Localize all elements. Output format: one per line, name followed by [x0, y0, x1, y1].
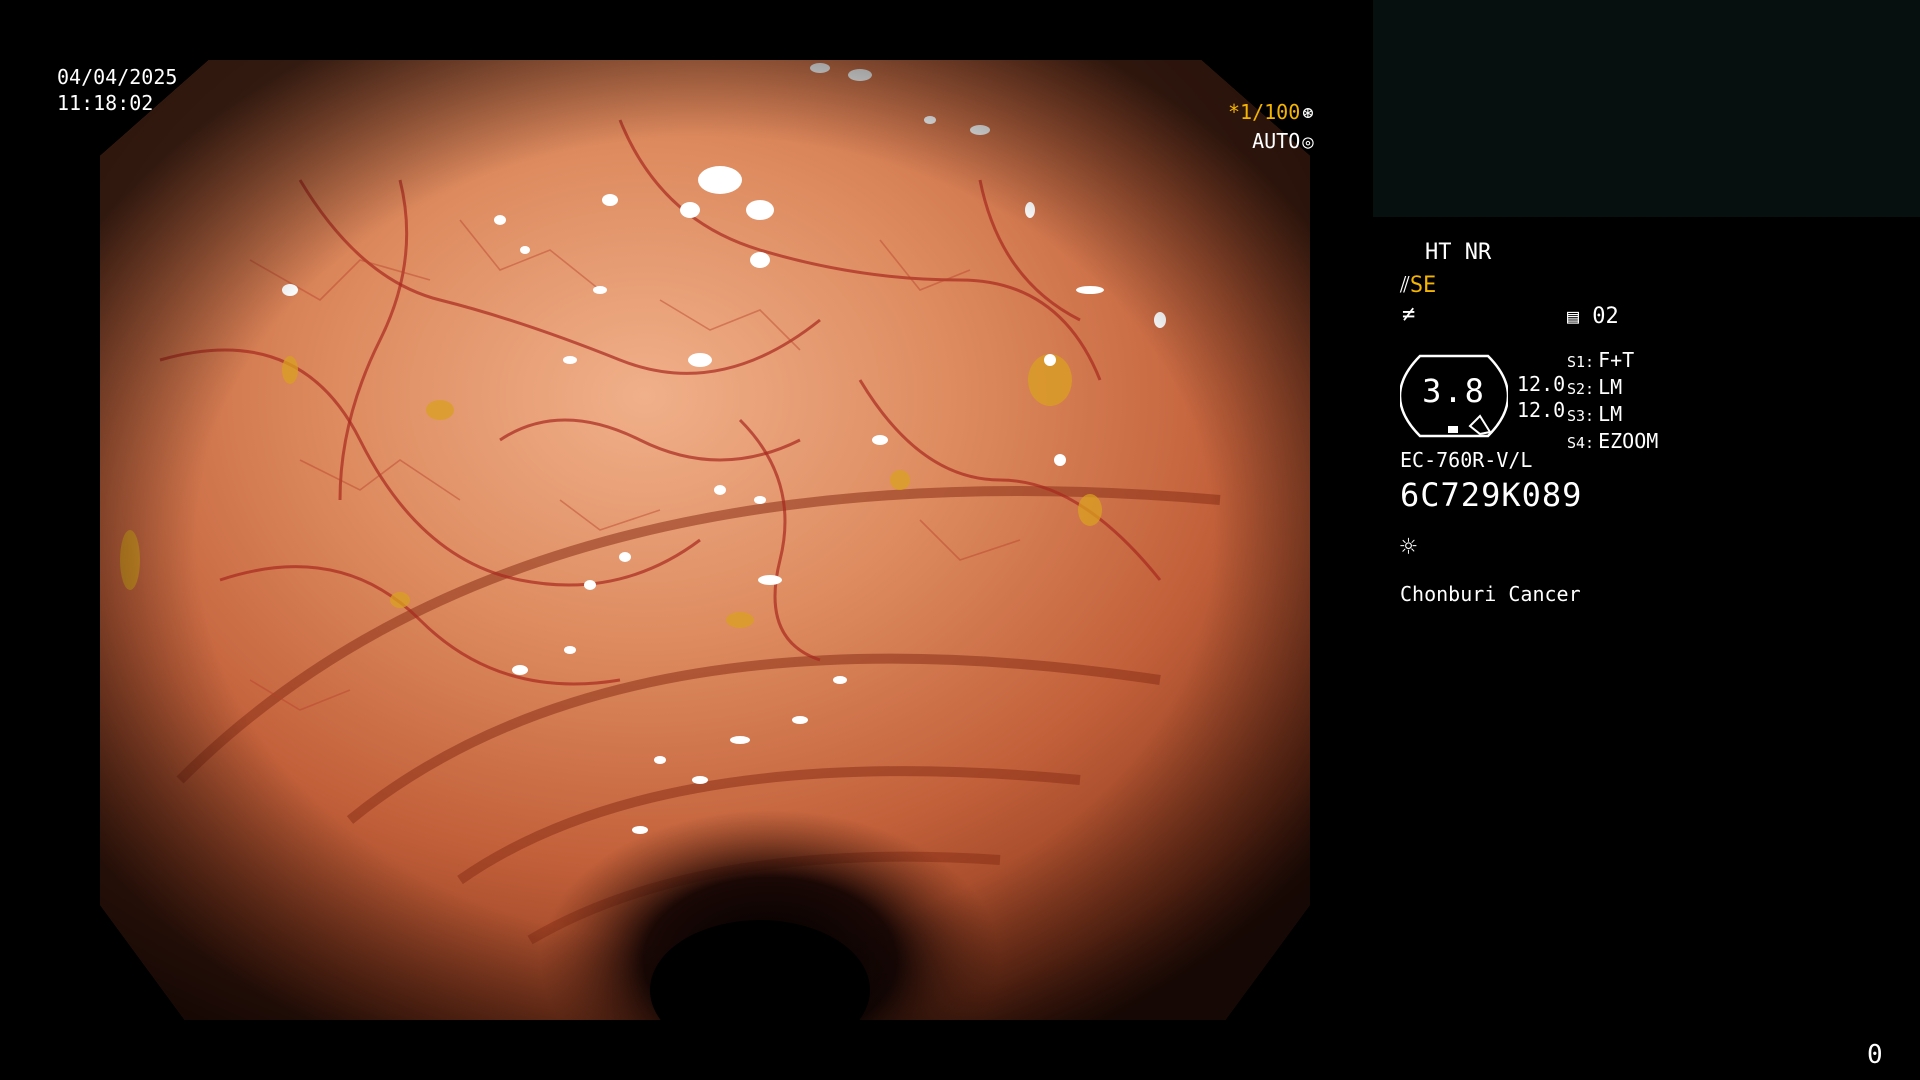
scope-icon: ⫽: [1400, 273, 1410, 298]
scope-model: EC-760R-V/L: [1400, 448, 1533, 472]
switch-list: S1: F+T S2: LM S3: LM S4: EZOOM: [1567, 348, 1658, 456]
f-curve-icon: ≠: [1402, 302, 1416, 327]
iris-icon: ◎: [1302, 131, 1314, 153]
pip-monitor-area: [1373, 0, 1920, 217]
shutter-speed-text: *1/100: [1228, 100, 1301, 124]
gauge-value: 3.8: [1422, 372, 1486, 410]
scope-serial: 6C729K089: [1400, 476, 1583, 514]
switch-s4: S4: EZOOM: [1567, 429, 1659, 453]
light-source-icon: ☼: [1400, 530, 1417, 563]
switch-s3: S3: LM: [1567, 402, 1623, 426]
memory-value: 02: [1592, 304, 1619, 329]
se-label: SE: [1409, 273, 1437, 298]
institution-name: Chonburi Cancer: [1400, 582, 1581, 606]
info-panel: HT NR ⫽SE ≠ ▤ 02 3.8 12.0 12.0 S1: F+T S2…: [1398, 240, 1900, 640]
ht-nr-label: HT NR: [1425, 240, 1492, 265]
date-text: 04/04/2025: [57, 65, 178, 89]
auto-text: AUTO: [1252, 129, 1301, 153]
time-text: 11:18:02: [57, 91, 154, 115]
switch-s2: S2: LM: [1567, 375, 1623, 399]
switch-s1: S1: F+T: [1567, 348, 1635, 372]
memory-card-icon: ▤: [1567, 304, 1580, 328]
level-top: 12.0: [1517, 372, 1566, 396]
frame-counter: 0: [1867, 1040, 1883, 1070]
endoscope-image: [100, 60, 1310, 1020]
datetime-display: 04/04/2025 11:18:02: [57, 64, 177, 116]
shutter-icon: ⊛: [1302, 102, 1314, 124]
colon-mucosa-illustration: [100, 60, 1310, 1020]
level-bottom: 12.0: [1517, 398, 1566, 422]
exposure-indicator: *1/100 ⊛ AUTO ◎: [1228, 98, 1314, 156]
structure-enhancement-gauge: 3.8: [1398, 352, 1510, 438]
